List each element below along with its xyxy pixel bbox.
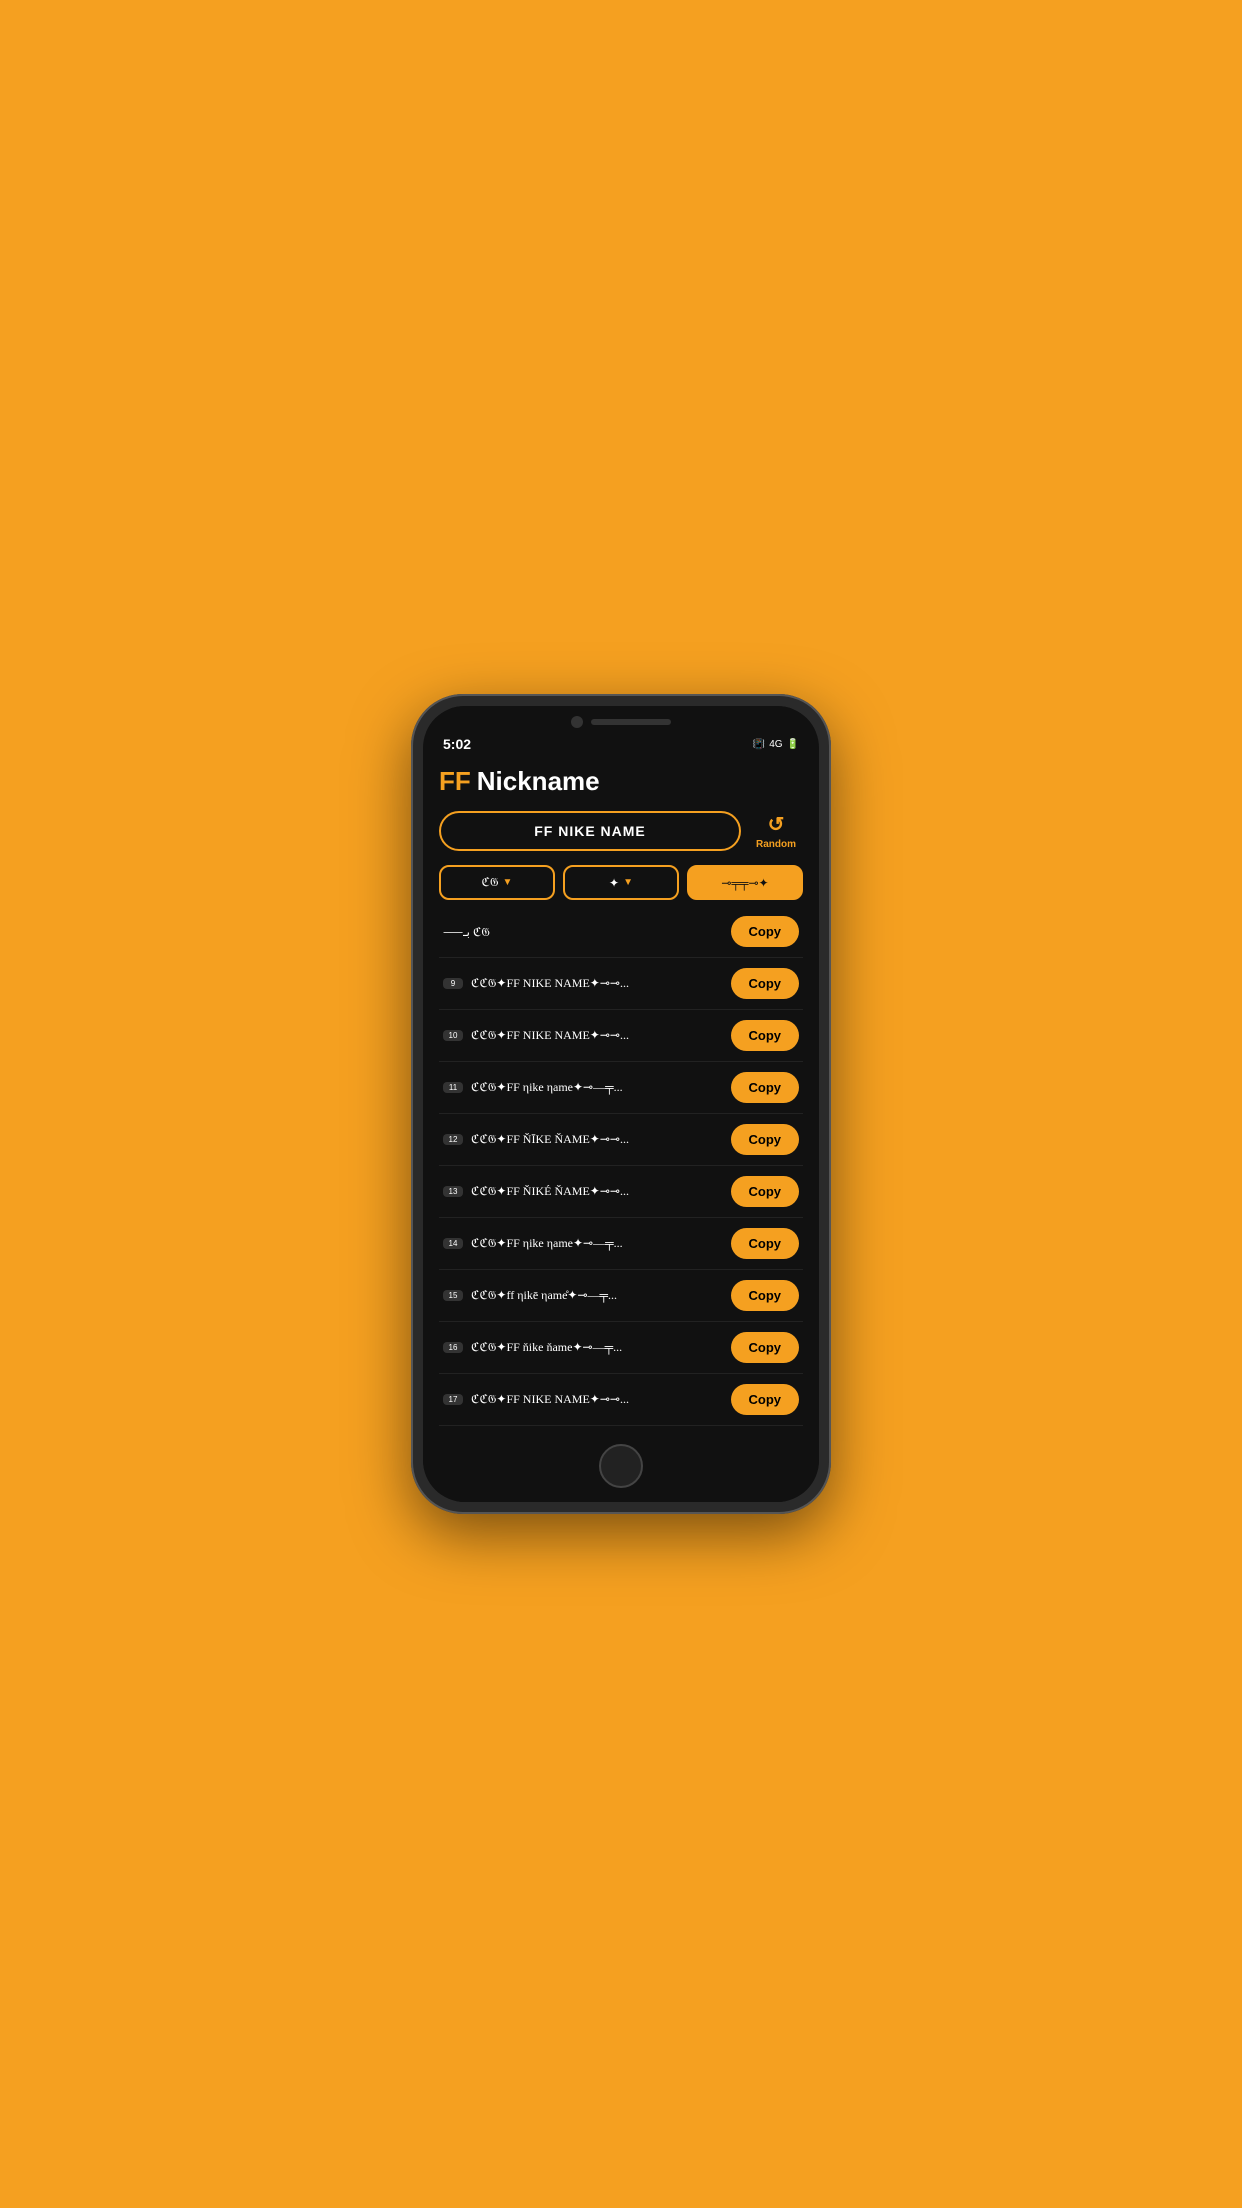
vibrate-icon: 📳 [753,739,765,750]
item-number: 13 [443,1186,463,1197]
item-left: 13 ℭℭ𝔊✦FF ŇIKÉ ŇAME✦⊸⊸... [443,1184,723,1199]
item-text: ℭℭ𝔊✦FF ŇĪKE ŇAME✦⊸⊸... [471,1132,723,1147]
notch-bar [423,706,819,732]
dropdown-style-text: ✦ [609,876,619,890]
screen-content: FFNickname FF NIKE NAME ↺ Random ℭ𝔊 ▼ ✦ [423,756,819,1434]
item-number: 17 [443,1394,463,1405]
item-number: 14 [443,1238,463,1249]
copy-button[interactable]: Copy [731,1228,800,1259]
table-row: 11 ℭℭ𝔊✦FF ηike ηame✦⊸—╤... Copy [439,1062,803,1114]
item-text: ℭℭ𝔊✦FF ηike ηame✦⊸—╤... [471,1080,723,1095]
item-text: ℭℭ𝔊✦FF NIKE NAME✦⊸⊸... [471,1028,723,1043]
table-row: 9 ℭℭ𝔊✦FF NIKE NAME✦⊸⊸... Copy [439,958,803,1010]
status-bar: 5:02 📳 4G 🔋 [423,732,819,756]
search-row: FF NIKE NAME ↺ Random [439,811,803,851]
item-number: 9 [443,978,463,989]
partial-copy-button[interactable]: Copy [731,916,800,947]
item-left: 14 ℭℭ𝔊✦FF ηike ηame✦⊸—╤... [443,1236,723,1251]
camera [571,716,583,728]
item-number: 11 [443,1082,463,1093]
status-icons: 📳 4G 🔋 [753,739,799,750]
dropdown-style-arrow: ▼ [623,877,633,888]
copy-button[interactable]: Copy [731,1124,800,1155]
copy-button[interactable]: Copy [731,1176,800,1207]
item-left: 17 ℭℭ𝔊✦FF NIKE NAME✦⊸⊸... [443,1392,723,1407]
copy-button[interactable]: Copy [731,968,800,999]
dropdown-special-text: ⊸╤╤⊸✦ [721,876,768,890]
home-button[interactable] [599,1444,643,1488]
app-header: FFNickname [439,766,803,797]
item-number: 16 [443,1342,463,1353]
item-text: ℭℭ𝔊✦ff ηikē ηame̊✦⊸—╤... [471,1288,723,1303]
item-text: ℭℭ𝔊✦FF NIKE NAME✦⊸⊸... [471,1392,723,1407]
item-text: ℭℭ𝔊✦FF ηike ηame✦⊸—╤... [471,1236,723,1251]
item-text: ℭℭ𝔊✦FF ŇIKÉ ŇAME✦⊸⊸... [471,1184,723,1199]
table-row: 14 ℭℭ𝔊✦FF ηike ηame✦⊸—╤... Copy [439,1218,803,1270]
item-number: 15 [443,1290,463,1301]
item-left: 9 ℭℭ𝔊✦FF NIKE NAME✦⊸⊸... [443,976,723,991]
ff-label: FF [439,766,471,796]
item-left: 11 ℭℭ𝔊✦FF ηike ηame✦⊸—╤... [443,1080,723,1095]
item-left: 15 ℭℭ𝔊✦ff ηikē ηame̊✦⊸—╤... [443,1288,723,1303]
item-number: 12 [443,1134,463,1145]
item-text: ℭℭ𝔊✦FF ňike ňame✦⊸—╤... [471,1340,723,1355]
table-row: 13 ℭℭ𝔊✦FF ŇIKÉ ŇAME✦⊸⊸... Copy [439,1166,803,1218]
table-row: 16 ℭℭ𝔊✦FF ňike ňame✦⊸—╤... Copy [439,1322,803,1374]
item-number: 10 [443,1030,463,1041]
dropdown-style[interactable]: ✦ ▼ [563,865,679,900]
item-left: 16 ℭℭ𝔊✦FF ňike ňame✦⊸—╤... [443,1340,723,1355]
random-button[interactable]: ↺ Random [749,812,803,850]
table-row: 10 ℭℭ𝔊✦FF NIKE NAME✦⊸⊸... Copy [439,1010,803,1062]
dropdown-special[interactable]: ⊸╤╤⊸✦ [687,865,803,900]
dropdown-row: ℭ𝔊 ▼ ✦ ▼ ⊸╤╤⊸✦ [439,865,803,900]
dropdown-font-text: ℭ𝔊 [482,875,499,890]
copy-button[interactable]: Copy [731,1280,800,1311]
signal-icon: 4G [769,739,782,750]
dropdown-font[interactable]: ℭ𝔊 ▼ [439,865,555,900]
dropdown-font-arrow: ▼ [503,877,513,888]
nickname-list: ⸺بـ ℭ𝔊 Copy 9 ℭℭ𝔊✦FF NIKE NAME✦⊸⊸... Cop… [439,912,803,1426]
copy-button[interactable]: Copy [731,1332,800,1363]
phone-frame: 5:02 📳 4G 🔋 FFNickname FF NIKE NAME ↺ Ra… [411,694,831,1514]
table-row: 15 ℭℭ𝔊✦ff ηikē ηame̊✦⊸—╤... Copy [439,1270,803,1322]
table-row: 12 ℭℭ𝔊✦FF ŇĪKE ŇAME✦⊸⊸... Copy [439,1114,803,1166]
random-label: Random [756,839,796,850]
copy-button[interactable]: Copy [731,1072,800,1103]
speaker [591,719,671,725]
partial-item: ⸺بـ ℭ𝔊 Copy [439,912,803,958]
table-row: 17 ℭℭ𝔊✦FF NIKE NAME✦⊸⊸... Copy [439,1374,803,1426]
search-input[interactable]: FF NIKE NAME [439,811,741,851]
item-left: 12 ℭℭ𝔊✦FF ŇĪKE ŇAME✦⊸⊸... [443,1132,723,1147]
copy-button[interactable]: Copy [731,1020,800,1051]
battery-icon: 🔋 [787,739,799,750]
home-bar [423,1434,819,1502]
item-text: ℭℭ𝔊✦FF NIKE NAME✦⊸⊸... [471,976,723,991]
phone-screen: 5:02 📳 4G 🔋 FFNickname FF NIKE NAME ↺ Ra… [423,706,819,1502]
app-title: FFNickname [439,766,803,797]
item-left: 10 ℭℭ𝔊✦FF NIKE NAME✦⊸⊸... [443,1028,723,1043]
title-text: Nickname [477,766,600,796]
random-icon: ↺ [768,812,785,837]
copy-button[interactable]: Copy [731,1384,800,1415]
status-time: 5:02 [443,736,471,752]
partial-item-text: ⸺بـ ℭ𝔊 [443,923,490,940]
